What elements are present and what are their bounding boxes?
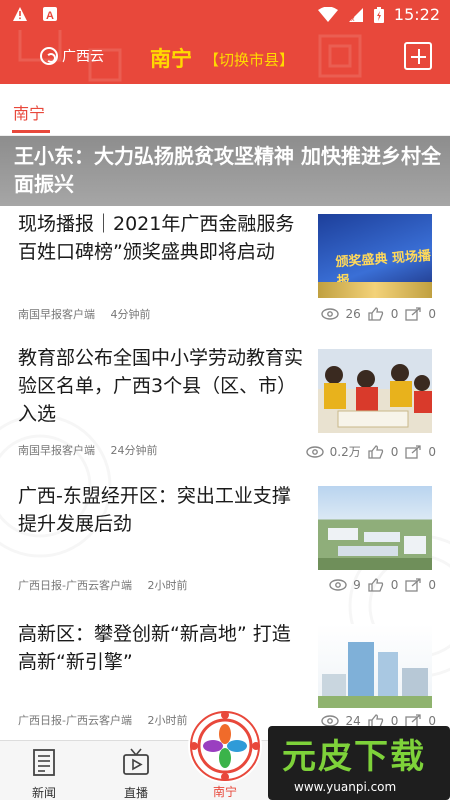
nav-city-label: 南宁	[212, 785, 237, 799]
like-count: 0	[390, 444, 399, 459]
news-item[interactable]: 现场播报｜2021年广西金融服务百姓口碑榜”颁奖盛典即将启动 南国早报客户端 4…	[0, 206, 450, 340]
news-title: 教育部公布全国中小学劳动教育实验区名单，广西3个县（区、市）入选	[18, 347, 304, 425]
nav-live[interactable]: 直播	[106, 747, 166, 800]
channel-tabbar: 南宁	[0, 84, 450, 136]
thumbs-up-icon[interactable]	[367, 444, 385, 459]
thumbnail-stage	[318, 282, 432, 298]
like-count: 0	[390, 578, 399, 592]
news-source-name: 南国早报客户端	[18, 308, 95, 321]
news-meta: 26 0 0	[321, 307, 436, 321]
wifi-icon	[317, 6, 338, 22]
news-time: 2小时前	[147, 579, 188, 592]
watermark-url: www.yuanpi.com	[294, 780, 397, 794]
news-source-name: 广西日报-广西云客户端	[18, 579, 132, 592]
news-time: 24分钟前	[110, 444, 158, 457]
svg-text:A: A	[46, 10, 54, 22]
current-city[interactable]: 南宁	[150, 43, 192, 73]
tv-icon	[123, 748, 149, 775]
newspaper-icon	[33, 749, 55, 776]
status-time: 15:22	[393, 5, 440, 24]
app-logo: 广西云	[40, 46, 104, 66]
signal-icon: x	[348, 7, 363, 23]
svg-text:x: x	[351, 16, 355, 23]
warning-icon	[13, 7, 27, 21]
add-channel-button[interactable]	[404, 42, 432, 70]
tab-active-indicator	[12, 130, 50, 133]
view-count: 26	[345, 307, 361, 321]
news-source: 南国早报客户端 4分钟前	[18, 306, 151, 322]
switch-city-button[interactable]: 【切换市县】	[204, 49, 294, 70]
share-icon[interactable]	[404, 444, 422, 459]
eye-icon	[321, 308, 340, 320]
watermark-title: 元皮下载	[282, 737, 426, 777]
thumbnail-image	[318, 364, 432, 433]
headline-banner[interactable]: 王小东：大力弘扬脱贫攻坚精神 加快推进乡村全面振兴	[0, 136, 450, 206]
news-thumbnail	[318, 349, 432, 433]
thumbs-up-icon[interactable]	[367, 307, 385, 321]
nav-news[interactable]: 新闻	[14, 747, 74, 800]
site-watermark: 元皮下载 www.yuanpi.com	[268, 726, 450, 800]
share-count: 0	[428, 307, 436, 321]
news-title: 广西-东盟经开区：突出工业支撑 提升发展后劲	[18, 485, 291, 535]
battery-icon	[373, 6, 384, 23]
headline-text: 王小东：大力弘扬脱贫攻坚精神 加快推进乡村全面振兴	[14, 144, 441, 196]
news-source: 广西日报-广西云客户端 2小时前	[18, 712, 187, 728]
share-icon[interactable]	[404, 307, 422, 321]
news-source-name: 广西日报-广西云客户端	[18, 714, 132, 727]
logo-icon	[40, 47, 58, 65]
nav-live-label: 直播	[123, 786, 148, 800]
news-item[interactable]: 教育部公布全国中小学劳动教育实验区名单，广西3个县（区、市）入选 南国早报客户端…	[0, 340, 450, 474]
city-logo-icon	[190, 711, 260, 781]
eye-icon	[305, 445, 324, 458]
logo-text: 广西云	[62, 49, 104, 65]
eye-icon	[329, 579, 347, 591]
nav-news-label: 新闻	[31, 786, 56, 800]
news-meta: 9 0 0	[329, 578, 436, 592]
news-time: 2小时前	[147, 714, 188, 727]
news-title: 现场播报｜2021年广西金融服务百姓口碑榜”颁奖盛典即将启动	[18, 213, 295, 263]
news-item[interactable]: 广西-东盟经开区：突出工业支撑 提升发展后劲 广西日报-广西云客户端 2小时前 …	[0, 474, 450, 608]
news-time: 4分钟前	[110, 308, 151, 321]
news-thumbnail: 颁奖盛典 现场播报	[318, 214, 432, 298]
thumbnail-image	[318, 642, 432, 708]
thumbs-up-icon[interactable]	[367, 578, 385, 592]
share-icon[interactable]	[404, 578, 422, 592]
news-source: 南国早报客户端 24分钟前	[18, 442, 158, 458]
news-source: 广西日报-广西云客户端 2小时前	[18, 577, 187, 593]
news-title: 高新区：攀登创新“新高地” 打造高新“新引擎”	[18, 623, 291, 673]
news-meta: 0.2万 0 0	[305, 443, 436, 460]
like-count: 0	[390, 307, 399, 321]
app-notification-icon: A	[43, 7, 57, 22]
news-thumbnail	[318, 624, 432, 708]
share-count: 0	[428, 578, 436, 592]
news-thumbnail	[318, 486, 432, 570]
share-count: 0	[428, 444, 436, 459]
status-bar: A x 15:22	[0, 0, 450, 30]
app-header: 广西云 南宁 【切换市县】	[0, 30, 450, 84]
news-source-name: 南国早报客户端	[18, 444, 95, 457]
view-count: 9	[353, 578, 361, 592]
thumbnail-image	[318, 528, 432, 570]
view-count: 0.2万	[329, 445, 361, 459]
tab-nanning[interactable]: 南宁	[13, 100, 45, 124]
nav-city-button[interactable]	[188, 709, 262, 783]
